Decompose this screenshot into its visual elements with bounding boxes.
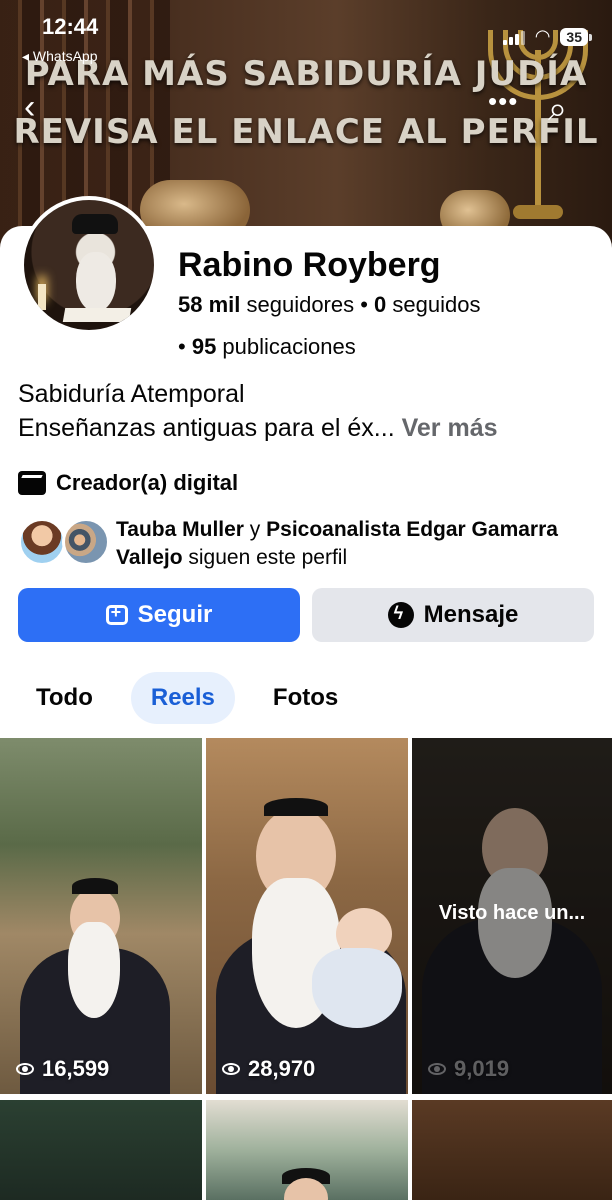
following-count[interactable]: 0 bbox=[374, 292, 386, 317]
posts-count: 95 bbox=[191, 334, 217, 359]
status-time: 12:44 bbox=[42, 14, 99, 39]
signal-icon bbox=[502, 29, 525, 45]
followers-label: seguidores • bbox=[240, 292, 375, 317]
avatar-candle bbox=[38, 284, 46, 310]
more-options-icon[interactable]: ••• bbox=[488, 88, 518, 114]
mutual-suffix: siguen este perfil bbox=[182, 546, 348, 569]
back-arrow-icon[interactable]: ‹ bbox=[24, 90, 35, 124]
follow-label: Seguir bbox=[137, 601, 213, 628]
bio-line-1: Sabiduría Atemporal bbox=[18, 380, 245, 408]
category-row: Creador(a) digital bbox=[18, 470, 238, 496]
reel-views: 28,970 bbox=[222, 1056, 315, 1082]
tab-fotos[interactable]: Fotos bbox=[253, 672, 358, 724]
reel-thumbnail[interactable]: 28,970 bbox=[206, 738, 408, 1094]
wifi-icon: ◠ bbox=[534, 26, 551, 46]
reel-thumbnail[interactable] bbox=[0, 1100, 202, 1200]
mutual-connector: y bbox=[243, 518, 267, 541]
eye-icon bbox=[428, 1063, 446, 1075]
posts-stat: • 95 publicaciones bbox=[178, 334, 356, 360]
profile-name: Rabino Royberg bbox=[178, 246, 441, 284]
posts-label: publicaciones bbox=[216, 334, 356, 359]
follow-icon bbox=[105, 602, 128, 625]
reel-thumbnail[interactable]: Visto hace un... 9,019 bbox=[412, 738, 612, 1094]
category-label: Creador(a) digital bbox=[56, 470, 239, 495]
reel-views: 16,599 bbox=[16, 1056, 109, 1082]
friend-name-1[interactable]: Tauba Muller bbox=[116, 518, 244, 541]
search-icon[interactable]: ⌕ bbox=[548, 92, 567, 126]
following-label: seguidos bbox=[386, 292, 481, 317]
back-to-whatsapp-link[interactable]: ◂ WhatsApp bbox=[22, 48, 98, 65]
eye-icon bbox=[222, 1063, 240, 1075]
posts-prefix: • bbox=[178, 334, 192, 359]
reel-person bbox=[276, 1160, 336, 1200]
reel-thumbnail[interactable] bbox=[206, 1100, 408, 1200]
friend-avatar-2 bbox=[62, 518, 110, 566]
messenger-icon bbox=[387, 602, 414, 628]
eye-icon bbox=[16, 1063, 34, 1075]
battery-icon: 35 bbox=[560, 27, 592, 46]
reel-thumbnail[interactable] bbox=[412, 1100, 612, 1200]
follow-button[interactable]: Seguir bbox=[18, 588, 300, 642]
cover-text-line2: REVISA EL ENLACE AL PERFIL bbox=[13, 112, 599, 152]
tab-reels[interactable]: Reels bbox=[130, 672, 235, 724]
see-more-link[interactable]: Ver más bbox=[402, 414, 498, 442]
bio-text: Enseñanzas antiguas para el éx... bbox=[18, 414, 402, 442]
bio-line-2: Enseñanzas antiguas para el éx... Ver má… bbox=[18, 414, 498, 443]
reel-view-count: 28,970 bbox=[248, 1056, 316, 1081]
reel-view-count: 16,599 bbox=[42, 1056, 110, 1081]
status-icons: ◠ 35 bbox=[502, 26, 592, 47]
profile-stats: 58 mil seguidores • 0 seguidos bbox=[178, 292, 480, 318]
message-label: Mensaje bbox=[423, 601, 519, 628]
watched-label: Visto hace un... bbox=[438, 902, 586, 924]
avatar-book bbox=[62, 308, 132, 322]
mutual-followers-text: Tauba Muller y Psicoanalista Edgar Gamar… bbox=[116, 516, 598, 572]
friend-avatar-1 bbox=[18, 518, 66, 566]
avatar-hat bbox=[72, 214, 118, 234]
clapperboard-icon bbox=[18, 471, 46, 495]
reel-person bbox=[216, 798, 406, 1094]
avatar-beard bbox=[76, 252, 116, 312]
content-tabs: Todo Reels Fotos bbox=[16, 672, 358, 724]
mutual-followers[interactable]: Tauba Muller y Psicoanalista Edgar Gamar… bbox=[18, 516, 598, 572]
message-button[interactable]: Mensaje bbox=[312, 588, 594, 642]
reel-view-count: 9,019 bbox=[454, 1056, 510, 1081]
tab-todo[interactable]: Todo bbox=[16, 672, 113, 724]
followers-count[interactable]: 58 mil bbox=[178, 292, 240, 317]
reel-views: 9,019 bbox=[428, 1056, 509, 1082]
reel-thumbnail[interactable]: 16,599 bbox=[0, 738, 202, 1094]
profile-avatar[interactable] bbox=[20, 196, 158, 334]
